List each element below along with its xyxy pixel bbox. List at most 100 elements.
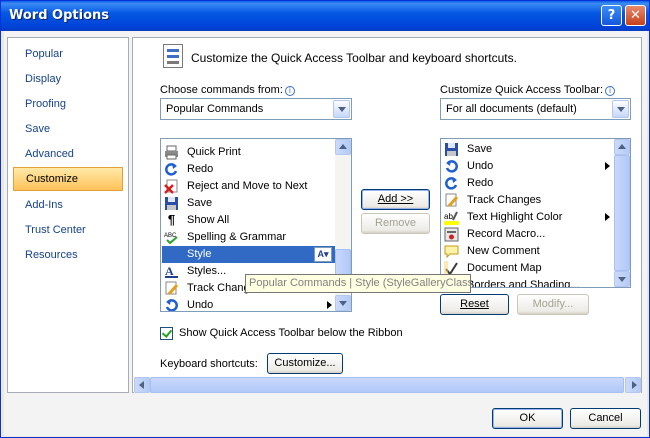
- list-item-label: Reject and Move to Next: [187, 180, 308, 192]
- word-options-dialog: Word Options ? ✕ Popular Display Proofin…: [0, 0, 650, 438]
- list-item[interactable]: Redo: [162, 161, 336, 178]
- svg-text:ab: ab: [444, 212, 453, 221]
- list-item-label: Redo: [187, 163, 214, 175]
- chevron-right-icon: [605, 213, 610, 221]
- scroll-down-button[interactable]: [614, 271, 630, 287]
- choose-commands-dropdown[interactable]: Popular Commands: [160, 98, 352, 120]
- customize-qat-dropdown[interactable]: For all documents (default): [440, 98, 631, 120]
- list-item-label: Styles...: [187, 265, 227, 277]
- pilcrow-icon: ¶: [167, 212, 176, 227]
- qat-scrollbar[interactable]: [614, 139, 630, 287]
- scroll-thumb[interactable]: [150, 377, 624, 393]
- styles-icon: A: [165, 264, 178, 278]
- info-icon: i: [605, 86, 616, 96]
- nav-item-add-ins[interactable]: Add-Ins: [13, 193, 123, 217]
- list-item[interactable]: ABC Spelling & Grammar: [162, 229, 336, 246]
- list-item[interactable]: Undo: [162, 297, 336, 311]
- nav-item-customize[interactable]: Customize: [13, 167, 123, 191]
- scroll-up-button[interactable]: [335, 139, 351, 155]
- list-item[interactable]: Quick Print: [162, 144, 336, 161]
- style-gallery-icon: A▾: [314, 247, 332, 262]
- list-item[interactable]: Save: [442, 141, 614, 158]
- info-icon: i: [284, 86, 295, 96]
- nav-item-popular[interactable]: Popular: [13, 42, 123, 66]
- add-button-label: Add >>: [377, 193, 414, 205]
- save-icon: [445, 143, 458, 156]
- list-item[interactable]: Record Macro...: [442, 226, 614, 243]
- list-item-label: Style: [187, 248, 212, 260]
- modify-button[interactable]: Modify...: [517, 294, 589, 315]
- scroll-thumb[interactable]: [614, 155, 630, 271]
- list-item-label: Spelling & Grammar: [187, 231, 287, 243]
- chevron-right-icon: [605, 162, 610, 170]
- list-item-label: Record Macro...: [467, 228, 546, 240]
- list-item-label: Document Map: [467, 262, 542, 274]
- show-qat-below-ribbon-label[interactable]: Show Quick Access Toolbar below the Ribb…: [179, 327, 403, 339]
- list-item-label: New Comment: [467, 245, 540, 257]
- ok-button[interactable]: OK: [492, 408, 563, 429]
- customize-qat-value: For all documents (default): [446, 103, 577, 115]
- title-bar[interactable]: Word Options ? ✕: [1, 1, 649, 31]
- new-comment-icon: [444, 245, 459, 259]
- window-title: Word Options: [9, 8, 110, 23]
- svg-text:A: A: [165, 264, 174, 278]
- scroll-left-button[interactable]: [134, 377, 150, 393]
- keyboard-shortcuts-label: Keyboard shortcuts:: [160, 358, 258, 370]
- reset-button[interactable]: Reset: [440, 294, 509, 315]
- chevron-right-icon: [327, 301, 332, 309]
- list-item[interactable]: ab Text Highlight Color: [442, 209, 614, 226]
- reset-button-label: Reset: [460, 298, 489, 310]
- remove-button[interactable]: Remove: [361, 213, 430, 234]
- nav-item-save[interactable]: Save: [13, 117, 123, 141]
- undo-icon: [445, 160, 458, 173]
- chevron-down-icon[interactable]: [612, 100, 629, 118]
- record-macro-icon: [444, 227, 459, 242]
- close-button[interactable]: ✕: [625, 5, 646, 26]
- list-item-label: Track Changes: [467, 194, 542, 206]
- choose-commands-label: Choose commands from: i: [160, 84, 295, 96]
- list-item-label: Borders and Shading...: [467, 279, 580, 288]
- panel-heading: Customize the Quick Access Toolbar and k…: [191, 51, 517, 65]
- spelling-icon: ABC: [164, 233, 178, 245]
- track-changes-icon: [445, 193, 459, 207]
- choose-commands-label-text: Choose commands from:: [160, 84, 283, 96]
- list-item[interactable]: New Comment: [442, 243, 614, 260]
- redo-icon: [445, 177, 458, 190]
- command-tooltip: Popular Commands | Style (StyleGalleryCl…: [245, 274, 471, 293]
- list-item[interactable]: Reject and Move to Next: [162, 178, 336, 195]
- nav-item-trust-center[interactable]: Trust Center: [13, 218, 123, 242]
- list-item[interactable]: Redo: [442, 175, 614, 192]
- list-item[interactable]: Save: [162, 195, 336, 212]
- list-item-label: Save: [187, 197, 213, 209]
- list-item-label: Text Highlight Color: [467, 211, 563, 223]
- save-icon: [165, 197, 178, 210]
- chevron-down-icon[interactable]: [333, 100, 350, 118]
- scroll-up-button[interactable]: [614, 139, 630, 155]
- choose-commands-value: Popular Commands: [166, 103, 264, 115]
- quick-print-icon: [165, 145, 178, 160]
- list-item[interactable]: Undo: [442, 158, 614, 175]
- reject-icon: [164, 179, 178, 194]
- scroll-right-button[interactable]: [625, 377, 641, 393]
- scroll-down-button[interactable]: [335, 295, 351, 311]
- nav-item-proofing[interactable]: Proofing: [13, 92, 123, 116]
- customize-keyboard-button[interactable]: Customize...: [267, 353, 343, 374]
- options-nav: Popular Display Proofing Save Advanced C…: [7, 37, 129, 393]
- add-button[interactable]: Add >>: [361, 189, 430, 210]
- list-item[interactable]: Track Changes: [442, 192, 614, 209]
- nav-item-resources[interactable]: Resources: [13, 243, 123, 267]
- help-button[interactable]: ?: [601, 5, 622, 26]
- track-changes-icon: [165, 281, 179, 295]
- show-qat-below-ribbon-checkbox[interactable]: [160, 327, 173, 340]
- list-item-label: Undo: [467, 160, 494, 172]
- panel-horizontal-scrollbar[interactable]: [134, 377, 641, 393]
- customize-qat-label-text: Customize Quick Access Toolbar:: [440, 84, 604, 96]
- list-item-selected[interactable]: Style A▾: [162, 246, 336, 263]
- qat-list[interactable]: Save Undo Redo Track Changes ab Text Hig…: [440, 138, 631, 288]
- nav-item-advanced[interactable]: Advanced: [13, 142, 123, 166]
- list-item[interactable]: ¶ Show All: [162, 212, 336, 229]
- cancel-button[interactable]: Cancel: [570, 408, 641, 429]
- highlight-icon: ab: [444, 211, 459, 225]
- redo-icon: [165, 163, 178, 176]
- nav-item-display[interactable]: Display: [13, 67, 123, 91]
